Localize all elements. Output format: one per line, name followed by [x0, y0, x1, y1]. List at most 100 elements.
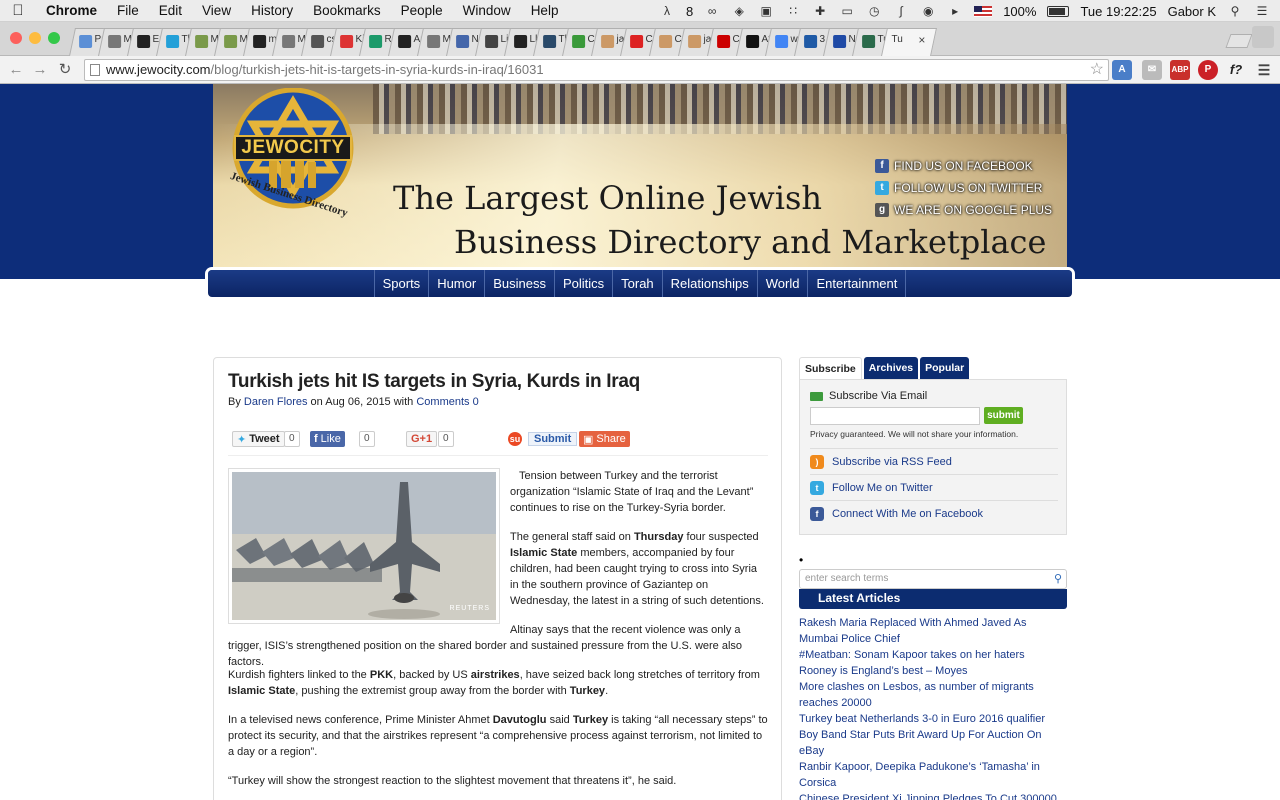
menu-history[interactable]: History [241, 0, 303, 22]
airplay-icon[interactable]: ▭ [839, 4, 855, 18]
facebook-like-button[interactable]: f Like [310, 431, 345, 447]
sidebar: Subscribe Archives Popular Subscribe Via… [799, 357, 1067, 800]
tab-subscribe[interactable]: Subscribe [799, 357, 862, 379]
rss-feed-link[interactable]: ) Subscribe via RSS Feed [810, 448, 1058, 474]
chrome-menu-icon[interactable]: ☰ [1254, 60, 1274, 80]
volume-icon[interactable]: ▸ [947, 4, 963, 18]
latest-article-link[interactable]: Rooney is England’s best – Moyes [799, 663, 1067, 679]
menu-file[interactable]: File [107, 0, 149, 22]
adblock-extension-icon[interactable]: ABP [1170, 60, 1190, 80]
comments-link[interactable]: Comments 0 [416, 396, 478, 408]
google-plus-one-button[interactable]: G+1 [406, 431, 438, 447]
share-button[interactable]: ▣ Share [579, 431, 630, 447]
mail-extension-icon[interactable]: ✉ [1142, 60, 1162, 80]
latest-article-link[interactable]: Rakesh Maria Replaced With Ahmed Javed A… [799, 615, 1067, 647]
nav-entertainment[interactable]: Entertainment [807, 270, 907, 297]
bluetooth-icon[interactable]: ∫ [893, 4, 909, 18]
facebook-sidebar-link[interactable]: f Connect With Me on Facebook [810, 500, 1058, 526]
tab-favicon-icon [717, 35, 731, 48]
bookmark-star-icon[interactable]: ☆ [1090, 60, 1104, 80]
forward-arrow-icon[interactable]: → [30, 60, 50, 80]
time-machine-icon[interactable]: ◷ [866, 4, 882, 18]
glasses-icon[interactable]: ∞ [704, 4, 720, 18]
clipboard-icon[interactable]: ▣ [758, 4, 774, 18]
grid-icon[interactable]: ∷ [785, 4, 801, 18]
tab-favicon-icon [862, 35, 876, 48]
nav-politics[interactable]: Politics [553, 270, 612, 297]
zoom-window-button[interactable] [48, 32, 60, 44]
paragraph-2: The general staff said on Thursday four … [510, 529, 768, 609]
latest-article-link[interactable]: #Meatban: Sonam Kapoor takes on her hate… [799, 647, 1067, 663]
author-link[interactable]: Daren Flores [244, 396, 308, 408]
address-bar[interactable]: www.jewocity.com/blog/turkish-jets-hit-i… [84, 59, 1109, 81]
nav-humor[interactable]: Humor [428, 270, 484, 297]
tab-favicon-icon [166, 35, 180, 48]
back-arrow-icon[interactable]: ← [6, 60, 26, 80]
envelope-icon [810, 391, 823, 401]
battery-percent: 100% [1003, 3, 1037, 19]
translate-extension-icon[interactable]: A [1112, 60, 1132, 80]
nav-relationships[interactable]: Relationships [661, 270, 757, 297]
search-icon[interactable]: ⚲ [1054, 570, 1062, 588]
follow-twitter-link[interactable]: t FOLLOW US ON TWITTER [875, 177, 1052, 199]
article-photo[interactable]: REUTERS [228, 468, 500, 624]
active-browser-tab[interactable]: Tu × [881, 28, 937, 56]
tab-favicon-icon [224, 35, 238, 48]
google-plus-link[interactable]: g WE ARE ON GOOGLE PLUS [875, 199, 1052, 221]
menu-help[interactable]: Help [521, 0, 569, 22]
search-placeholder: enter search terms [805, 573, 889, 584]
p2-bold-thursday: Thursday [633, 531, 684, 543]
latest-article-link[interactable]: Boy Band Star Puts Brit Award Up For Auc… [799, 727, 1067, 759]
tab-popular[interactable]: Popular [920, 357, 970, 379]
battery-icon[interactable] [1047, 5, 1070, 17]
follow-twitter-sidebar-link[interactable]: t Follow Me on Twitter [810, 474, 1058, 500]
input-source-flag-icon[interactable] [974, 5, 993, 17]
minimize-window-button[interactable] [29, 32, 41, 44]
find-us-facebook-link[interactable]: f FIND US ON FACEBOOK [875, 155, 1052, 177]
reload-icon[interactable]: ↻ [55, 60, 75, 80]
fx-extension-icon[interactable]: f? [1226, 60, 1246, 80]
email-field[interactable] [810, 407, 980, 425]
menu-people[interactable]: People [391, 0, 453, 22]
submit-button[interactable]: submit [984, 407, 1023, 424]
menu-app-name[interactable]: Chrome [36, 0, 107, 22]
site-banner: JEWOCITY Jewish Business Directory The L… [213, 84, 1067, 268]
nav-sports[interactable]: Sports [373, 270, 429, 297]
fighter-jet-image: REUTERS [232, 472, 496, 620]
notification-center-icon[interactable]: ☰ [1254, 4, 1270, 18]
latest-article-link[interactable]: Chinese President Xi Jinping Pledges To … [799, 791, 1067, 800]
latest-article-link[interactable]: Ranbir Kapoor, Deepika Padukone’s ‘Tamas… [799, 759, 1067, 791]
twitter-link-label: FOLLOW US ON TWITTER [894, 181, 1043, 195]
plus-icon[interactable]: ✚ [812, 4, 828, 18]
menu-bookmarks[interactable]: Bookmarks [303, 0, 391, 22]
site-logo[interactable]: JEWOCITY Jewish Business Directory [221, 87, 371, 238]
search-input[interactable]: enter search terms ⚲ [799, 569, 1067, 589]
latest-article-link[interactable]: Turkey beat Netherlands 3-0 in Euro 2016… [799, 711, 1067, 727]
pinterest-extension-icon[interactable]: P [1198, 60, 1218, 80]
new-tab-button[interactable] [1225, 34, 1253, 48]
latest-article-link[interactable]: More clashes on Lesbos, as number of mig… [799, 679, 1067, 711]
nav-business[interactable]: Business [484, 270, 554, 297]
nav-torah[interactable]: Torah [612, 270, 662, 297]
user-name[interactable]: Gabor K [1168, 4, 1216, 19]
tab-favicon-icon [775, 35, 789, 48]
page-icon [90, 64, 100, 76]
clock[interactable]: Tue 19:22:25 [1080, 4, 1156, 19]
latest-articles-heading: Latest Articles [799, 589, 1067, 609]
profile-button[interactable] [1252, 26, 1274, 48]
close-window-button[interactable] [10, 32, 22, 44]
menu-window[interactable]: Window [453, 0, 521, 22]
menu-edit[interactable]: Edit [149, 0, 192, 22]
spotlight-search-icon[interactable]: ⚲ [1227, 4, 1243, 18]
stumbleupon-submit-button[interactable]: su Submit [504, 431, 581, 447]
p5-text-a: In a televised news conference, Prime Mi… [228, 714, 493, 726]
adobe-status-icon[interactable]: λ [659, 4, 675, 18]
wifi-icon[interactable]: ◉ [920, 4, 936, 18]
menu-view[interactable]: View [192, 0, 241, 22]
apple-menu-icon[interactable]:  [0, 2, 36, 19]
nav-world[interactable]: World [756, 270, 808, 297]
close-tab-icon[interactable]: × [918, 33, 925, 47]
tweet-button[interactable]: ✦ Tweet [232, 431, 285, 447]
dropbox-icon[interactable]: ◈ [731, 4, 747, 18]
tab-archives[interactable]: Archives [863, 357, 919, 379]
